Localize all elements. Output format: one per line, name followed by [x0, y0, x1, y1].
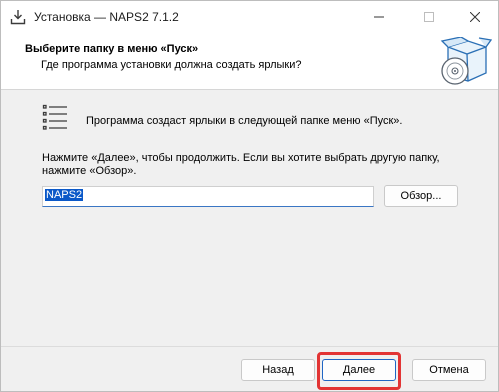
start-menu-folder-input[interactable]: NAPS2	[42, 186, 374, 207]
installer-download-icon	[10, 9, 26, 25]
minimize-icon	[374, 16, 384, 18]
close-button[interactable]	[452, 1, 498, 33]
box-disc-icon	[434, 36, 493, 89]
title-bar[interactable]: Установка — NAPS2 7.1.2	[1, 1, 498, 33]
maximize-icon	[424, 12, 434, 22]
close-icon	[470, 12, 480, 22]
folder-input-value: NAPS2	[45, 189, 84, 201]
instruction-line-1: Нажмите «Далее», чтобы продолжить. Если …	[42, 152, 440, 164]
page-title: Выберите папку в меню «Пуск»	[25, 43, 199, 55]
back-button[interactable]: Назад	[241, 359, 315, 381]
footer-divider	[1, 346, 498, 347]
page-subtitle: Где программа установки должна создать я…	[41, 59, 302, 71]
next-button-highlight	[317, 352, 401, 390]
window-title: Установка — NAPS2 7.1.2	[34, 10, 179, 24]
installer-window: Установка — NAPS2 7.1.2 Выберите папку в…	[0, 0, 499, 392]
instruction-line-2: нажмите «Обзор».	[42, 164, 137, 177]
instruction-text: Нажмите «Далее», чтобы продолжить. Если …	[42, 152, 462, 177]
wizard-header: Выберите папку в меню «Пуск» Где програм…	[1, 33, 498, 90]
maximize-button[interactable]	[406, 1, 452, 33]
minimize-button[interactable]	[356, 1, 402, 33]
shortcut-info-text: Программа создаст ярлыки в следующей пап…	[86, 115, 403, 127]
list-icon	[42, 104, 68, 134]
cancel-button[interactable]: Отмена	[412, 359, 486, 381]
browse-button[interactable]: Обзор...	[384, 185, 458, 207]
